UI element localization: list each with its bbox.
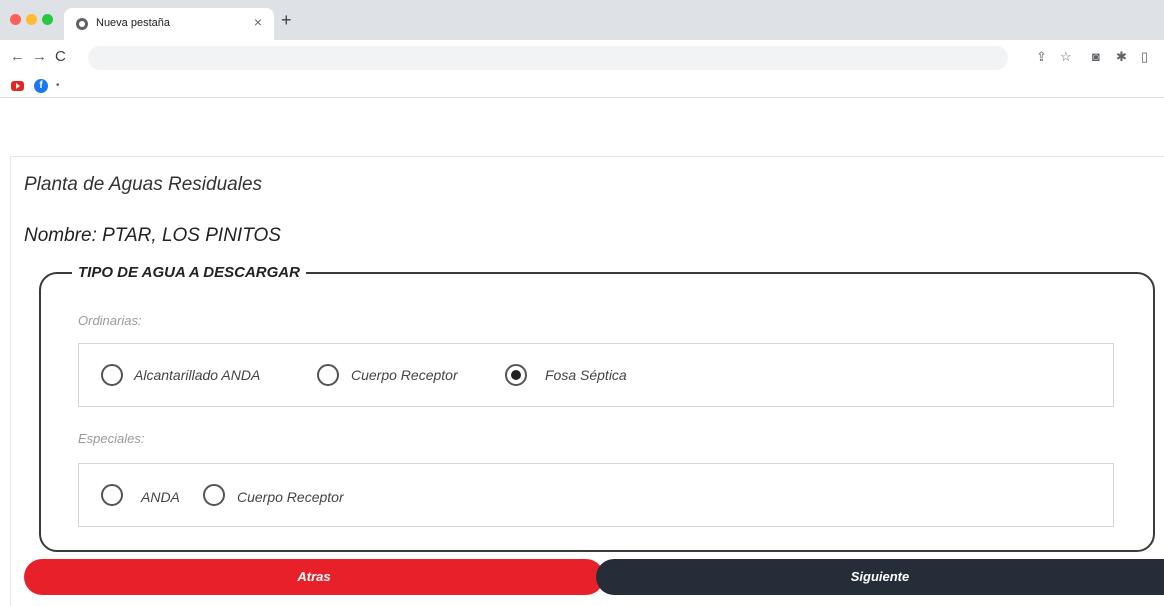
minimize-window-button[interactable] (26, 14, 37, 25)
star-icon[interactable]: ☆ (1060, 49, 1072, 65)
chrome-icon (76, 18, 88, 30)
extension-icon[interactable]: ◙ (1092, 49, 1100, 64)
radio-cuerpo-receptor-especial[interactable] (203, 484, 225, 506)
sidepanel-icon[interactable]: ▯ (1141, 49, 1148, 65)
special-label: Especiales: (78, 431, 145, 446)
page-title: Planta de Aguas Residuales (24, 174, 263, 195)
puzzle-icon[interactable]: ✱ (1116, 49, 1127, 65)
radio-anda[interactable] (101, 484, 123, 506)
next-button[interactable]: Siguiente (596, 559, 1164, 595)
browser-tab[interactable]: Nueva pestaña × (64, 8, 274, 40)
special-options: ANDA Cuerpo Receptor (78, 463, 1114, 527)
radio-label: Alcantarillado ANDA (134, 367, 261, 383)
share-icon[interactable]: ⇪ (1036, 49, 1047, 65)
reload-icon[interactable]: C (55, 48, 66, 65)
facebook-icon[interactable]: f (34, 79, 48, 93)
forward-icon[interactable]: → (32, 48, 47, 65)
radio-cuerpo-receptor[interactable] (317, 364, 339, 386)
new-tab-button[interactable]: + (281, 10, 292, 31)
radio-label: Fosa Séptica (545, 367, 627, 383)
browser-toolbar: ← → C ⇪ ☆ ◙ ✱ ▯ (0, 40, 1164, 76)
bookmark-more-icon[interactable]: • (56, 80, 60, 91)
fieldset-legend: TIPO DE AGUA A DESCARGAR (72, 264, 306, 281)
close-tab-icon[interactable]: × (254, 14, 262, 30)
back-icon[interactable]: ← (10, 48, 25, 65)
close-window-button[interactable] (10, 14, 21, 25)
tab-title: Nueva pestaña (96, 17, 170, 29)
plant-name: Nombre: PTAR, LOS PINITOS (24, 225, 281, 246)
address-bar[interactable] (88, 46, 1008, 70)
maximize-window-button[interactable] (42, 14, 53, 25)
radio-label: Cuerpo Receptor (237, 489, 344, 505)
radio-label: ANDA (141, 489, 180, 505)
browser-tab-bar: Nueva pestaña × + (0, 0, 1164, 40)
ordinary-options: Alcantarillado ANDA Cuerpo Receptor Fosa… (78, 343, 1114, 407)
radio-alcantarillado-anda[interactable] (101, 364, 123, 386)
radio-label: Cuerpo Receptor (351, 367, 458, 383)
back-button[interactable]: Atras (24, 559, 604, 595)
bookmarks-bar: f • (0, 76, 1164, 98)
youtube-icon[interactable] (11, 81, 24, 91)
ordinary-label: Ordinarias: (78, 313, 142, 328)
radio-fosa-septica[interactable] (505, 364, 527, 386)
